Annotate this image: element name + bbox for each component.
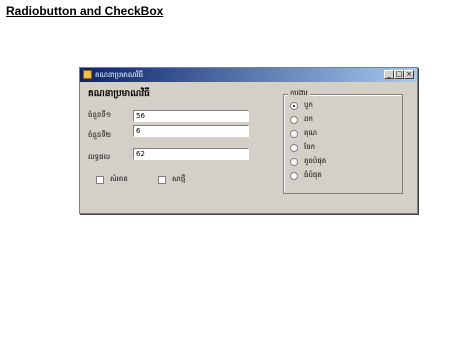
radio-divide-label[interactable]: ចែក (304, 143, 315, 153)
app-icon (83, 70, 92, 79)
radio-max-circle[interactable] (290, 172, 298, 180)
first-number-input[interactable] (133, 110, 249, 122)
reset-checkbox-box[interactable] (158, 176, 166, 184)
radio-add-label[interactable]: បូក (304, 101, 313, 111)
radio-add-circle[interactable] (290, 102, 298, 110)
operations-group-title: ការងារ (288, 89, 310, 99)
radio-max-label[interactable]: ធំបំផុត (304, 171, 322, 181)
second-number-input[interactable] (133, 125, 249, 137)
form-heading: គណនាប្រមាណវិធី (88, 89, 150, 99)
first-number-label: ចំនួនទី១ (88, 111, 112, 119)
calculator-window: គណនាប្រមាណវិធី _ □ × គណនាប្រមាណវិធី ចំនួ… (79, 67, 418, 214)
window-title: គណនាប្រមាណវិធី (95, 71, 144, 79)
close-button[interactable]: × (404, 70, 414, 79)
second-number-label: ចំនួនទី២ (88, 131, 112, 139)
radio-subtract-circle[interactable] (290, 116, 298, 124)
slide-title: Radiobutton and CheckBox (6, 4, 164, 18)
radio-min-circle[interactable] (290, 158, 298, 166)
minimize-button[interactable]: _ (384, 70, 394, 79)
maximize-button[interactable]: □ (394, 70, 404, 79)
radio-subtract-label[interactable]: ដក (304, 115, 313, 125)
radio-min-label[interactable]: តូចបំផុត (304, 157, 326, 167)
radio-multiply-label[interactable]: គុណ (304, 129, 317, 139)
result-label: លទ្ធផល (88, 153, 111, 161)
radio-divide-circle[interactable] (290, 144, 298, 152)
reset-checkbox-label[interactable]: សាថ្មី (172, 175, 185, 185)
result-input[interactable] (133, 148, 249, 160)
operations-groupbox: ការងារ បូក ដក គុណ ចែក តូចបំផុត ធំបំផុត (283, 89, 403, 194)
window-titlebar[interactable]: គណនាប្រមាណវិធី _ □ × (80, 68, 417, 82)
clear-checkbox-label[interactable]: សំអាត (110, 175, 128, 185)
radio-multiply-circle[interactable] (290, 130, 298, 138)
clear-checkbox-box[interactable] (96, 176, 104, 184)
